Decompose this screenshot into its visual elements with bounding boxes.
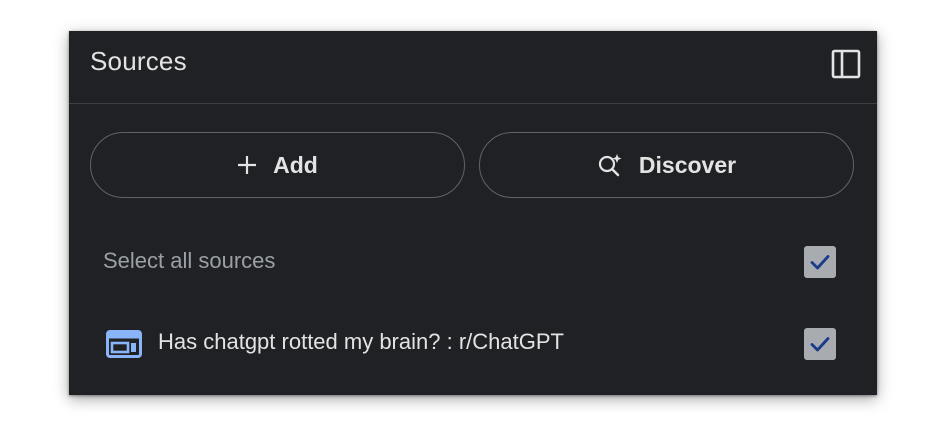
- collapse-panel-button[interactable]: [829, 47, 863, 81]
- source-checkbox[interactable]: [804, 328, 836, 360]
- sources-panel: Sources Add Discover Select all sources …: [69, 31, 877, 395]
- panel-title: Sources: [90, 46, 187, 76]
- add-source-button[interactable]: Add: [90, 132, 465, 198]
- discover-button-label: Discover: [638, 151, 737, 178]
- web-page-icon: [106, 330, 142, 358]
- sparkle-search-icon: [597, 152, 623, 178]
- plus-icon: [237, 155, 257, 175]
- select-all-checkbox[interactable]: [804, 246, 836, 278]
- discover-sources-button[interactable]: Discover: [479, 132, 854, 198]
- add-button-label: Add: [273, 151, 318, 178]
- panel-header: Sources: [69, 31, 877, 104]
- checkmark-icon: [810, 337, 830, 352]
- checkmark-icon: [810, 255, 830, 270]
- side-panel-icon: [831, 49, 861, 79]
- source-title: Has chatgpt rotted my brain? : r/ChatGPT: [158, 329, 564, 354]
- select-all-row[interactable]: Select all sources: [69, 231, 877, 291]
- select-all-label: Select all sources: [103, 248, 276, 273]
- source-item[interactable]: Has chatgpt rotted my brain? : r/ChatGPT: [69, 313, 877, 373]
